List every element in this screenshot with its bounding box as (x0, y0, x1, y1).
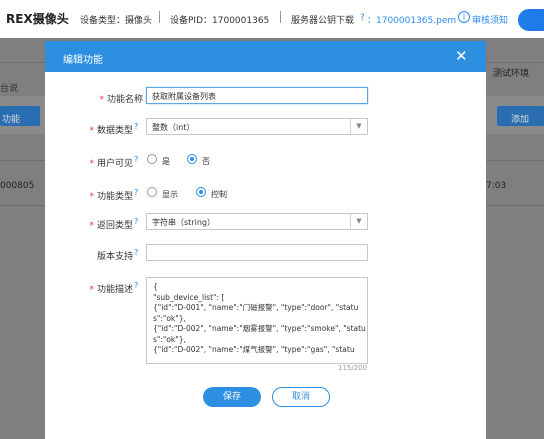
function-name-input[interactable]: 获取附属设备列表 (146, 87, 368, 104)
function-description-textarea[interactable]: { "sub_device_list": [ {"id":"D-001", "n… (146, 277, 368, 364)
review-notice-link[interactable]: 审核须知 (472, 13, 508, 26)
required-mark: * (89, 285, 94, 295)
bg-label: 台说 (0, 84, 19, 94)
required-mark: * (89, 159, 94, 169)
radio-label: 控制 (211, 190, 227, 199)
textarea-line: { (153, 282, 158, 291)
dialog-title: 编辑功能 (63, 55, 103, 66)
field-label: * 用户可见 (89, 159, 133, 169)
textarea-line: {"id":"D-001", "name":"门磁报警", "type":"do… (153, 303, 359, 312)
func-type-control-radio[interactable] (196, 187, 206, 197)
dialog-header: 编辑功能 ✕ (45, 41, 486, 72)
edit-function-dialog: 编辑功能 ✕ * 功能名称 获取附属设备列表 * 数据类型 ? 整数（int） ▼ *… (45, 41, 486, 439)
user-visible-yes-radio[interactable] (147, 154, 157, 164)
field-func-type-row: * 功能类型 ? 显示 控制 (45, 184, 486, 204)
field-label: * 功能名称 (99, 95, 143, 105)
device-type-text: 设备类型：摄像头 (80, 16, 153, 26)
radio-label: 否 (202, 157, 210, 166)
chevron-down-icon: ▼ (350, 119, 367, 134)
field-version-row: 版本支持 ? (45, 244, 486, 264)
textarea-line: {"id":"D-002", "name":"煤气报警", "type":"ga… (153, 345, 355, 354)
key-download-label: 服务器公钥下载 (291, 16, 355, 26)
header-divider (159, 11, 160, 23)
char-counter: 115/200 (338, 364, 368, 372)
field-label: 版本支持 (96, 252, 133, 262)
field-label: * 功能描述 (89, 285, 133, 295)
close-icon[interactable]: ✕ (455, 47, 468, 65)
textarea-line: s":"ok"}, (153, 313, 186, 323)
help-icon[interactable]: ? (134, 248, 138, 257)
required-mark: * (99, 95, 104, 105)
radio-label: 显示 (162, 190, 178, 199)
help-icon[interactable]: ? (134, 281, 138, 290)
field-label: * 功能类型 (89, 192, 133, 202)
required-mark: * (89, 192, 94, 202)
help-icon[interactable]: ? (134, 188, 138, 197)
device-pid-text: 设备PID：1700001365 (170, 16, 270, 26)
field-return-type-row: * 返回类型 ? 字符串（string） ▼ (45, 213, 486, 233)
required-mark: * (89, 126, 94, 136)
radio-label: 是 (162, 157, 170, 166)
info-icon[interactable]: i (458, 11, 470, 23)
header-divider (280, 11, 281, 23)
top-action-button[interactable] (518, 9, 544, 31)
field-data-type-row: * 数据类型 ? 整数（int） ▼ (45, 118, 486, 138)
save-button[interactable]: 保存 (203, 387, 261, 407)
return-type-select[interactable]: 字符串（string） ▼ (146, 213, 368, 230)
bg-function-tab-label: 功能 (2, 115, 21, 125)
bg-env-tag: 测试环境 (493, 69, 530, 79)
bg-table-cell: 000805 (0, 181, 35, 191)
user-visible-no-radio[interactable] (187, 154, 197, 164)
func-type-display-radio[interactable] (147, 187, 157, 197)
cancel-button[interactable]: 取消 (272, 387, 330, 407)
version-support-input[interactable] (146, 244, 368, 261)
key-download-help[interactable]: ? (360, 13, 365, 23)
field-label: * 返回类型 (89, 221, 133, 231)
field-name-row: * 功能名称 获取附属设备列表 (45, 87, 486, 107)
textarea-line: "sub_device_list": [ (153, 292, 225, 302)
required-mark: * (89, 221, 94, 231)
bg-table-cell: 7:03 (486, 181, 507, 191)
bg-add-button-label: 添加 (511, 115, 530, 125)
chevron-down-icon: ▼ (350, 214, 367, 229)
help-icon[interactable]: ? (134, 217, 138, 226)
field-user-visible-row: * 用户可见 ? 是 否 (45, 151, 486, 171)
top-header: REX摄像头 设备类型：摄像头 设备PID：1700001365 服务器公钥下载… (0, 0, 544, 39)
help-icon[interactable]: ? (134, 122, 138, 131)
field-label: * 数据类型 (89, 126, 133, 136)
help-icon[interactable]: ? (134, 155, 138, 164)
brand-title: REX摄像头 (6, 12, 69, 26)
textarea-line: {"id":"D-002", "name":"烟雾报警", "type":"sm… (153, 324, 366, 333)
field-desc-row: * 功能描述 ? { "sub_device_list": [ {"id":"D-… (45, 277, 486, 367)
textarea-line: s":"ok"}, (153, 334, 186, 344)
data-type-select[interactable]: 整数（int） ▼ (146, 118, 368, 135)
key-file-link[interactable]: ：1700001365.pem (367, 13, 456, 26)
